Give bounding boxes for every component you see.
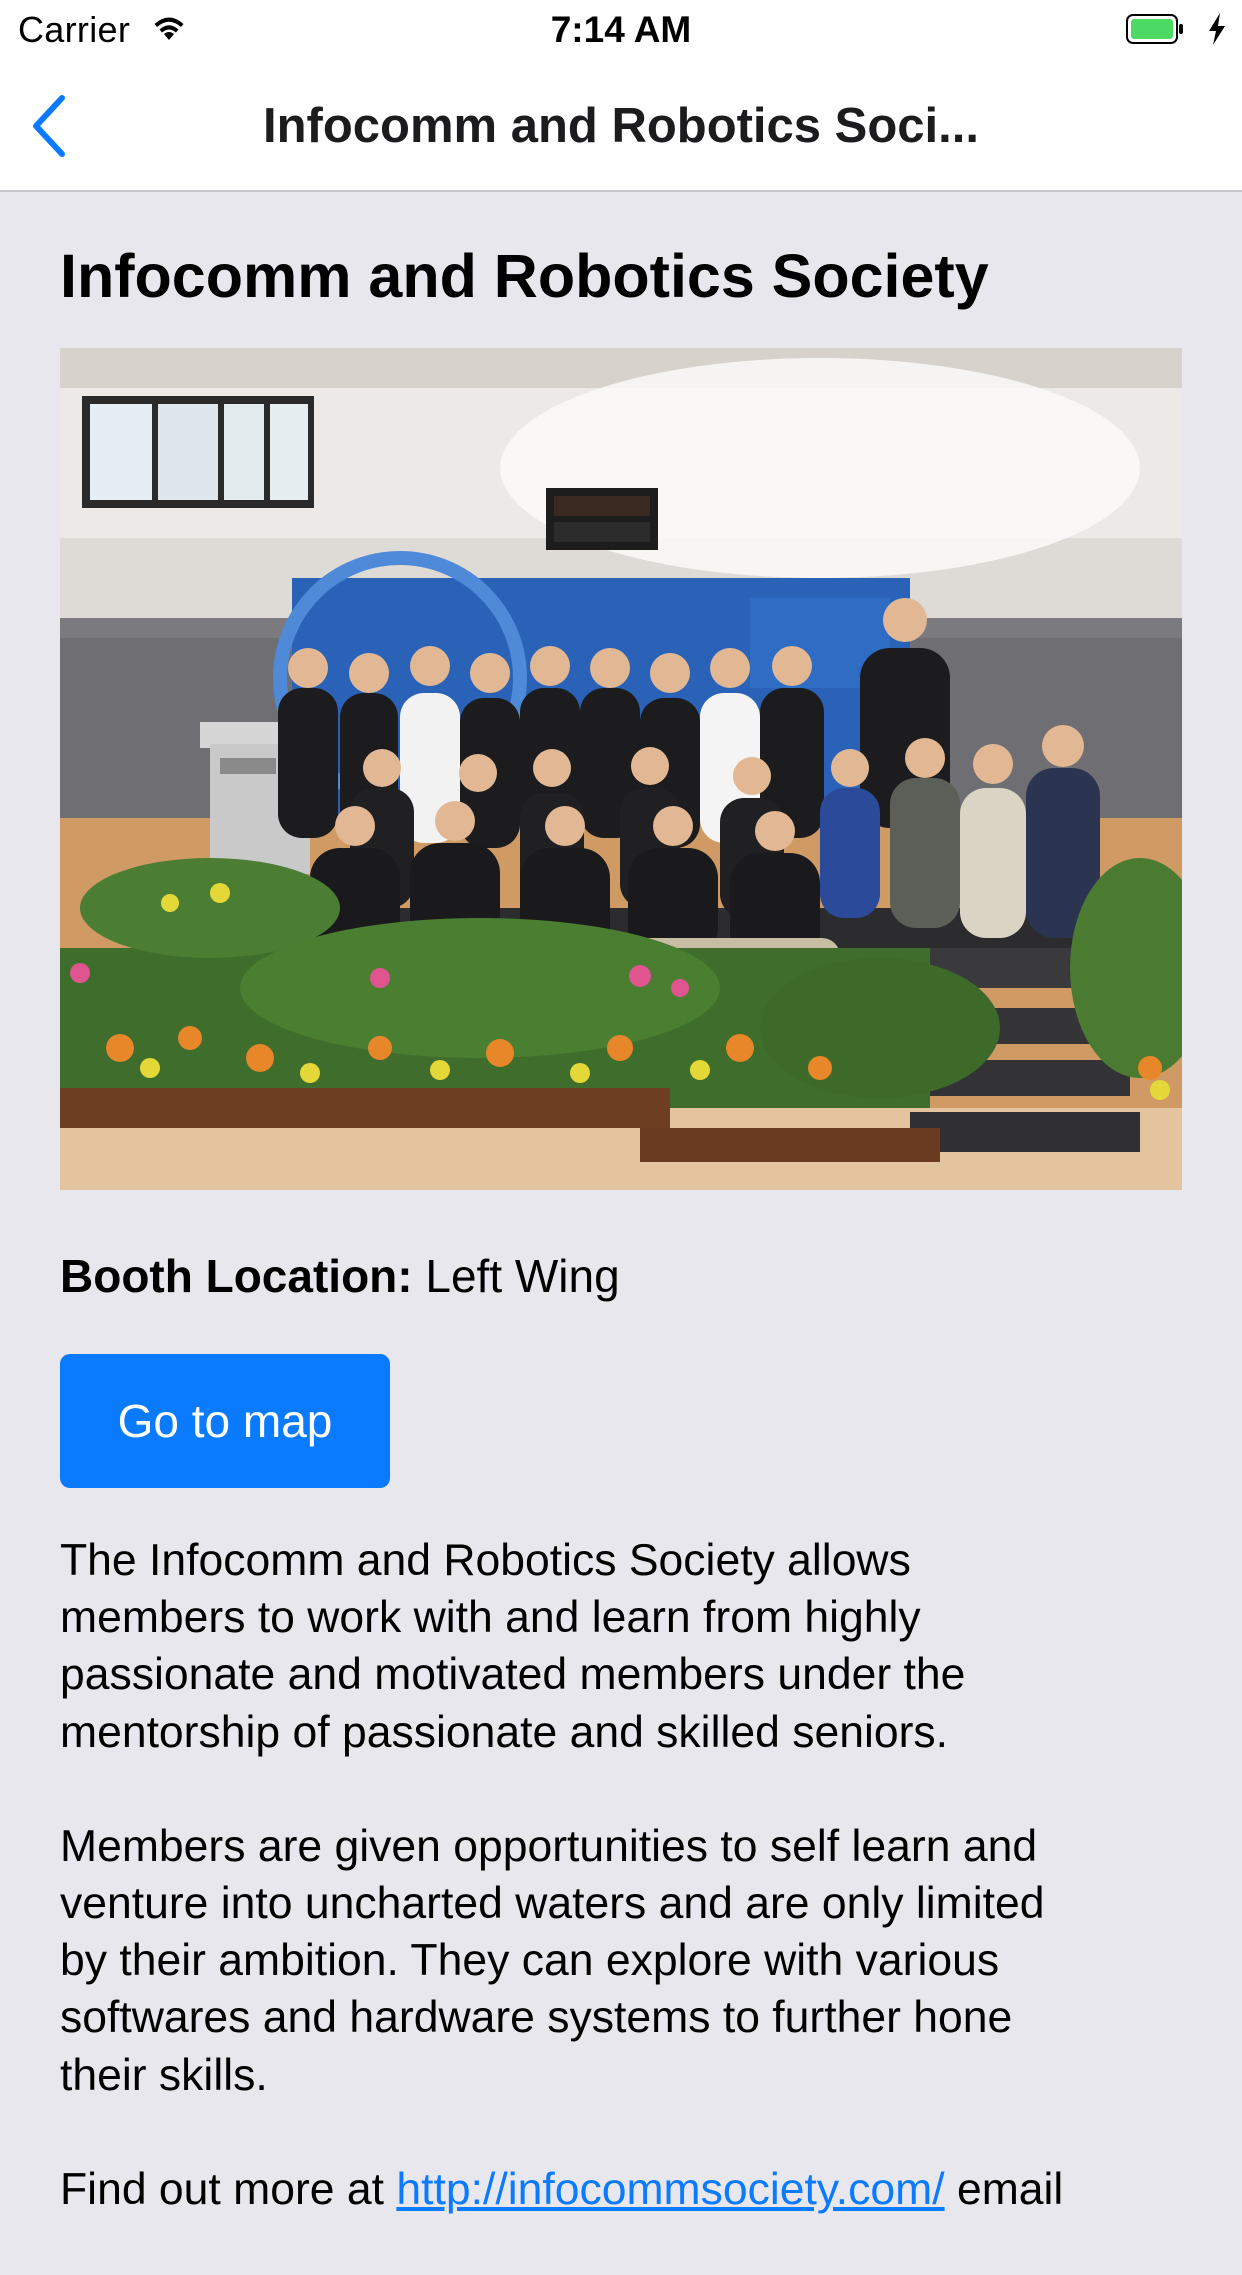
back-button[interactable]: [14, 88, 86, 160]
find-out-prefix: Find out more at: [60, 2164, 397, 2214]
description-line: The Infocomm and Robotics Society allows: [60, 1536, 911, 1585]
find-out-more: Find out more at http://infocommsociety.…: [60, 2161, 1200, 2218]
description-line: mentorship of passionate and skilled sen…: [60, 1707, 949, 1757]
status-bar: Carrier 7:14 AM: [0, 0, 1242, 60]
chevron-left-icon: [33, 95, 65, 157]
description-paragraph-1: The Infocomm and Robotics Society allows…: [60, 1532, 1200, 1761]
go-to-map-button[interactable]: Go to map: [60, 1354, 390, 1488]
description-line: members to work with and learn from high…: [60, 1593, 921, 1643]
navigation-bar: Infocomm and Robotics Soci...: [0, 60, 1242, 192]
description-line: by their ambition. They can explore with…: [60, 1936, 1000, 1986]
booth-location-value: Left Wing: [412, 1250, 620, 1302]
description-line: Members are given opportunities to self …: [60, 1821, 1038, 1871]
booth-location: Booth Location: Left Wing: [60, 1250, 620, 1302]
society-description: The Infocomm and Robotics Society allows…: [60, 1532, 1200, 2275]
battery-icon: [1126, 14, 1184, 44]
society-website-link[interactable]: http://infocommsociety.com/: [396, 2165, 944, 2214]
nav-title: Infocomm and Robotics Soci...: [262, 99, 979, 153]
page-title: Infocomm and Robotics Society: [60, 242, 989, 310]
society-group-photo: [60, 348, 1182, 1190]
description-paragraph-2: Members are given opportunities to self …: [60, 1818, 1200, 2104]
status-time: 7:14 AM: [550, 9, 692, 50]
description-line: venture into uncharted waters and are on…: [60, 1879, 1045, 1929]
description-line: their skills.: [60, 2050, 268, 2100]
description-line: softwares and hardware systems to furthe…: [60, 1993, 1013, 2043]
description-line: passionate and motivated members under t…: [60, 1650, 966, 1700]
booth-location-label: Booth Location:: [60, 1250, 413, 1302]
charging-icon: [1207, 12, 1227, 46]
find-out-suffix: email: [944, 2164, 1064, 2214]
